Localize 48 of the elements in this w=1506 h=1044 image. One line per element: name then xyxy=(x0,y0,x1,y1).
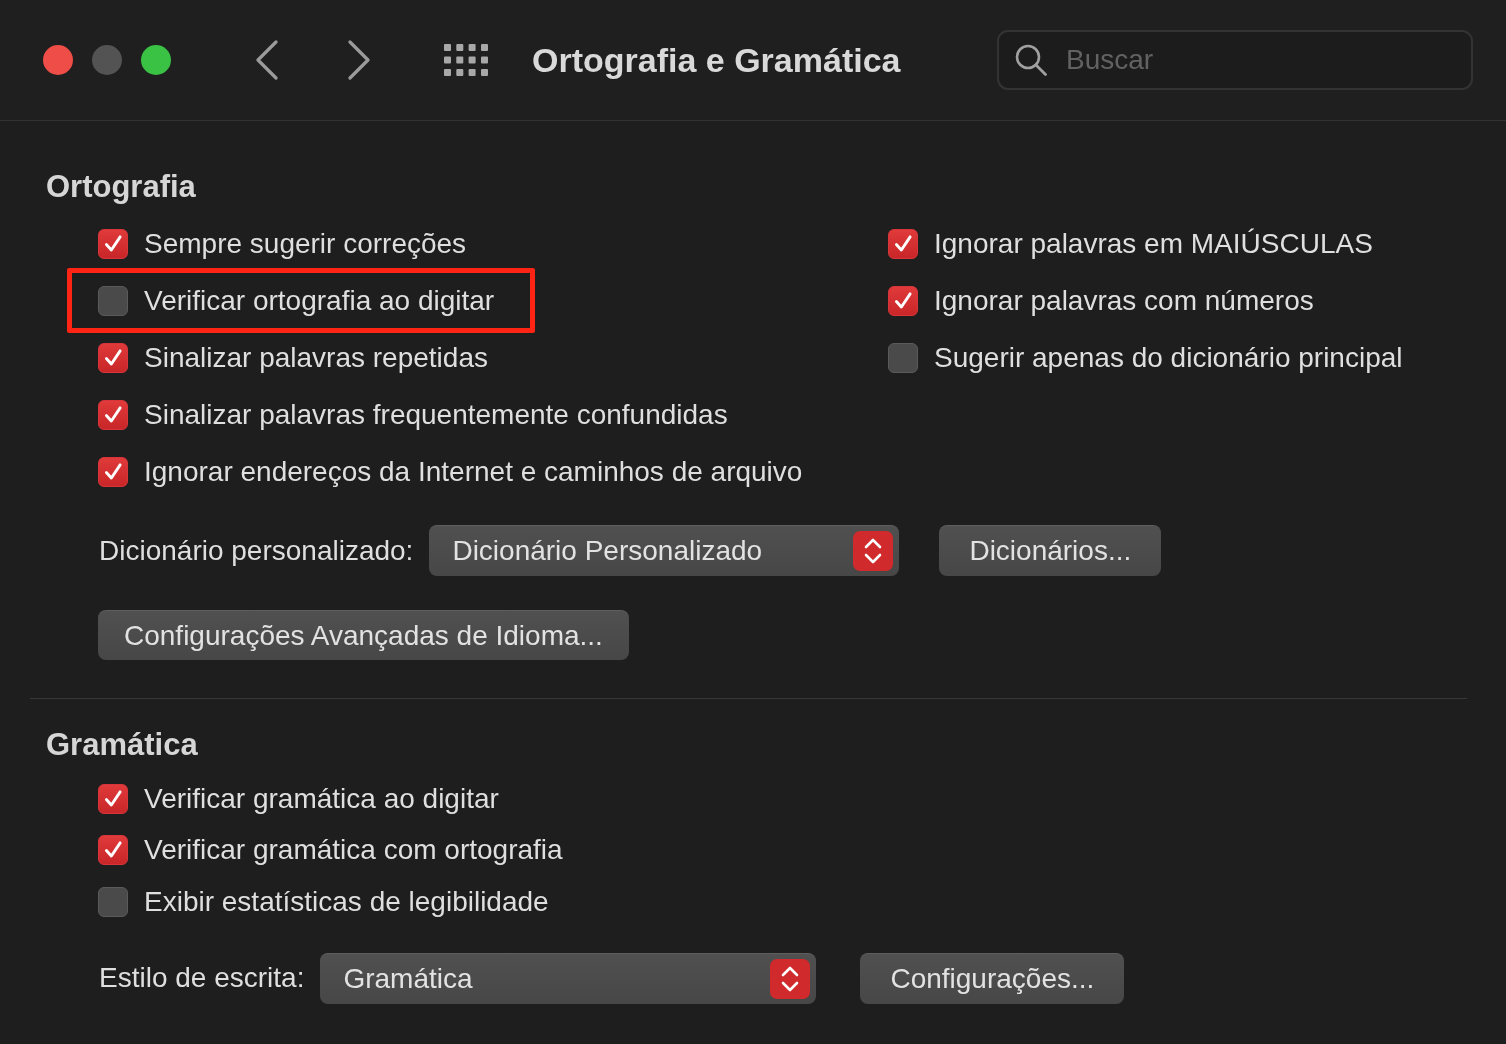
checkbox[interactable] xyxy=(888,228,918,259)
checkbox[interactable] xyxy=(888,342,918,373)
section-heading: Ortografia xyxy=(46,169,196,205)
checkbox-label: Verificar gramática ao digitar xyxy=(144,782,499,815)
up-down-arrows-icon xyxy=(770,958,811,999)
checkbox[interactable] xyxy=(98,835,128,866)
advanced-language-button[interactable]: Configurações Avançadas de Idioma... xyxy=(98,610,629,660)
check-icon xyxy=(102,346,124,369)
checkbox-label: Sempre sugerir correções xyxy=(144,227,467,260)
checkbox-label: Exibir estatísticas de legibilidade xyxy=(144,885,549,918)
check-icon xyxy=(102,787,124,810)
checkbox[interactable] xyxy=(98,886,128,917)
checkbox-label: Ignorar palavras em MAIÚSCULAS xyxy=(934,227,1373,260)
check-icon xyxy=(892,289,914,312)
checkbox[interactable] xyxy=(98,456,128,487)
check-icon xyxy=(102,232,124,255)
checkbox[interactable] xyxy=(98,783,128,814)
search-field[interactable]: Buscar xyxy=(997,30,1473,90)
checkbox[interactable] xyxy=(98,342,128,373)
checkbox[interactable] xyxy=(98,228,128,259)
chevron-left-icon[interactable] xyxy=(255,40,279,80)
window-title: Ortografia e Gramática xyxy=(532,40,901,80)
checkbox-label: Verificar gramática com ortografia xyxy=(144,834,563,867)
grid-icon[interactable] xyxy=(444,44,488,76)
dictionaries-button[interactable]: Dicionários... xyxy=(939,525,1162,576)
check-icon xyxy=(102,460,124,483)
checkbox[interactable] xyxy=(888,285,918,316)
checkbox-label: Ignorar palavras com números xyxy=(934,284,1314,317)
search-icon xyxy=(1015,44,1047,76)
close-button[interactable] xyxy=(43,45,73,75)
dictionary-popup[interactable]: Dicionário Personalizado xyxy=(429,525,900,576)
checkbox[interactable] xyxy=(98,285,128,316)
checkbox-label: Ignorar endereços da Internet e caminhos de arquivo xyxy=(144,455,803,488)
section-heading: Gramática xyxy=(46,727,198,763)
settings-button[interactable]: Configurações... xyxy=(860,952,1125,1004)
checkbox[interactable] xyxy=(98,399,128,430)
checkbox-label: Sinalizar palavras repetidas xyxy=(144,341,488,374)
checkbox-label: Verificar ortografia ao digitar xyxy=(144,284,495,317)
field-label: Dicionário personalizado: xyxy=(99,534,414,567)
zoom-button[interactable] xyxy=(141,45,171,75)
up-down-arrows-icon xyxy=(853,531,894,571)
writing-style-popup[interactable]: Gramática xyxy=(320,952,817,1004)
checkbox-label: Sinalizar palavras frequentemente confundidas xyxy=(144,398,728,431)
field-label: Estilo de escrita: xyxy=(99,962,305,994)
checkbox-label: Sugerir apenas do dicionário principal xyxy=(934,341,1403,374)
check-icon xyxy=(102,403,124,426)
chevron-right-icon[interactable] xyxy=(347,40,371,80)
check-icon xyxy=(892,232,914,255)
